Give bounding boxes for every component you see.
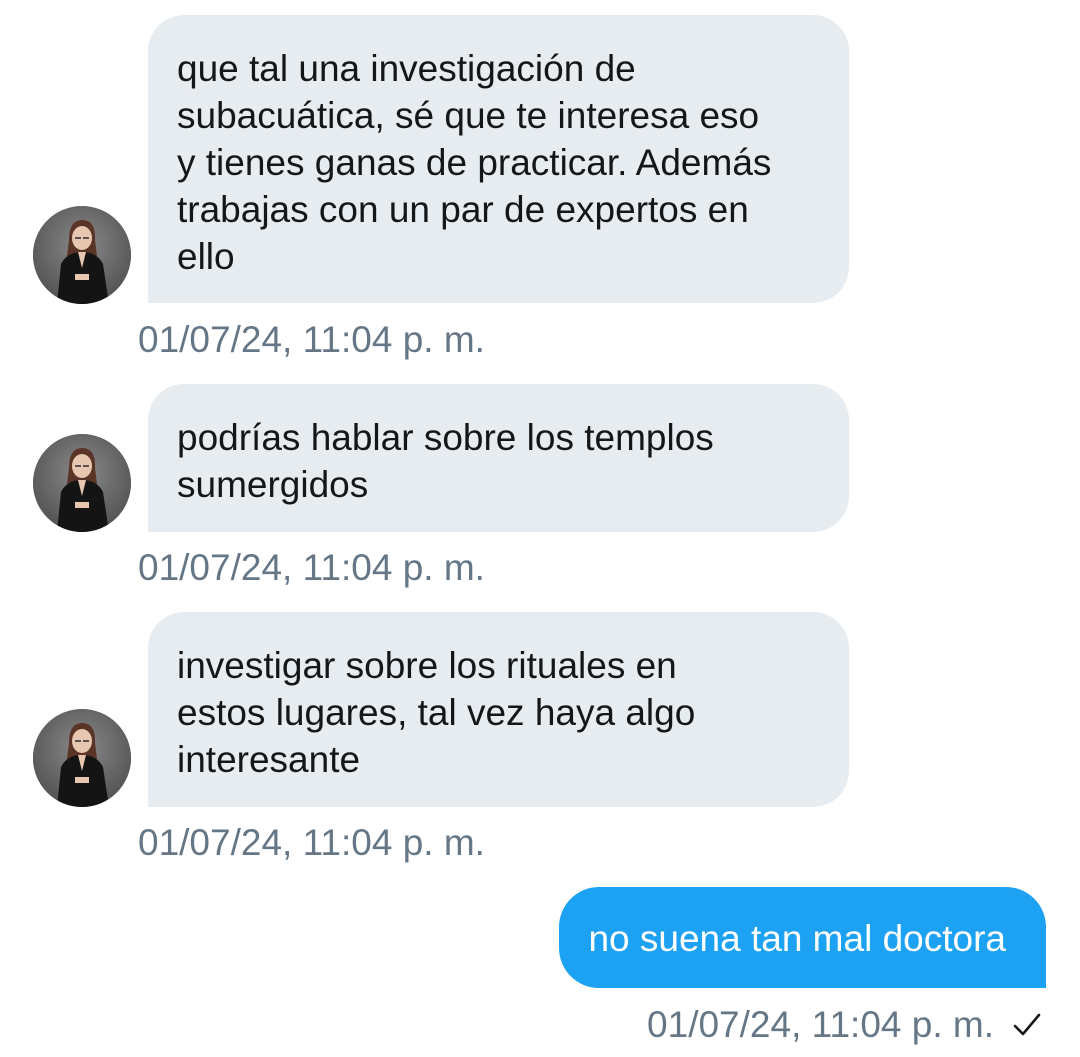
message-bubble[interactable]: podrías hablar sobre los templos sumergi… [148, 384, 849, 532]
profile-photo-icon [33, 709, 131, 807]
message-timestamp: 01/07/24, 11:04 p. m. [138, 547, 485, 588]
check-icon [1012, 1011, 1042, 1039]
message-timestamp: 01/07/24, 11:04 p. m. [647, 1004, 994, 1045]
profile-photo-icon [33, 434, 131, 532]
avatar[interactable] [33, 434, 131, 532]
message-timestamp: 01/07/24, 11:04 p. m. [138, 319, 485, 360]
profile-photo-icon [33, 206, 131, 304]
avatar[interactable] [33, 206, 131, 304]
message-bubble[interactable]: investigar sobre los rituales en estos l… [148, 612, 849, 807]
message-bubble[interactable]: que tal una investigación de subacuática… [148, 15, 849, 303]
avatar[interactable] [33, 709, 131, 807]
message-bubble[interactable]: no suena tan mal doctora [559, 887, 1046, 988]
message-timestamp: 01/07/24, 11:04 p. m. [138, 822, 485, 863]
